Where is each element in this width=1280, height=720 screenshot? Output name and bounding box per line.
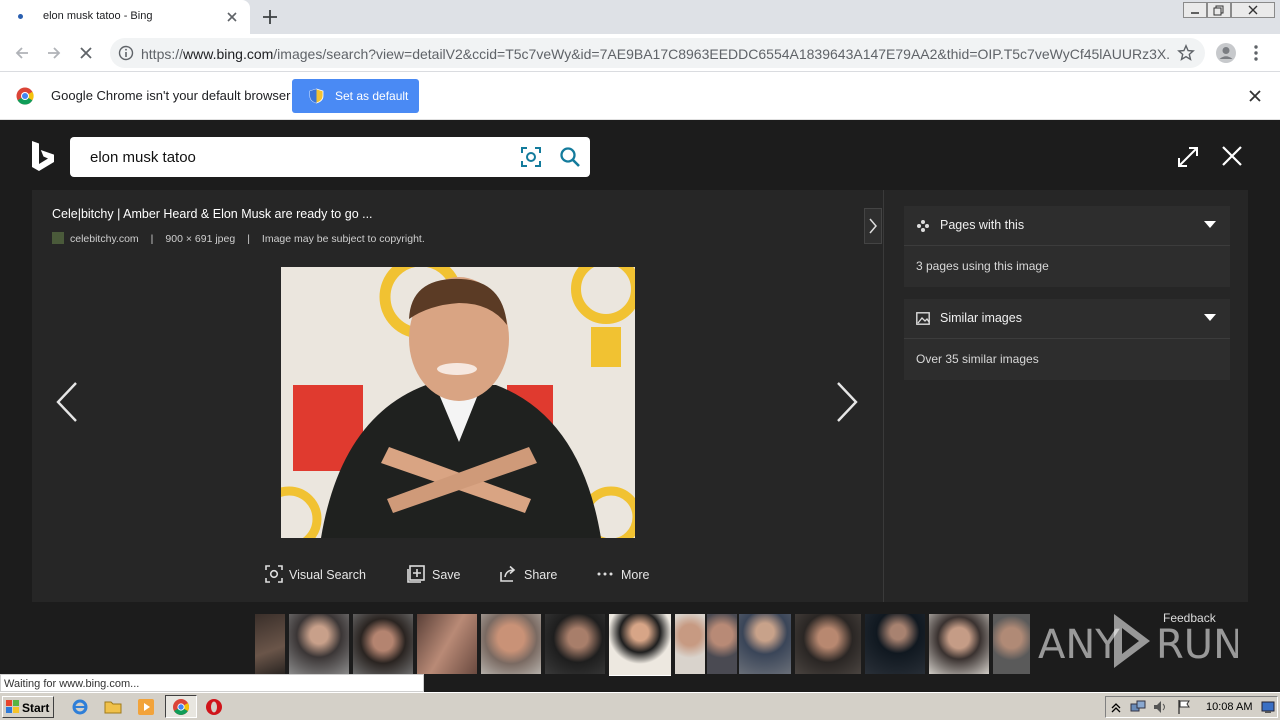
thumbnail[interactable]	[993, 614, 1030, 674]
thumbnail-selected[interactable]	[609, 614, 671, 676]
visual-search-button[interactable]: Visual Search	[265, 565, 366, 583]
image-detail-panel: Cele|bitchy | Amber Heard & Elon Musk ar…	[32, 190, 1248, 602]
infobar-message: Google Chrome isn't your default browser	[51, 88, 291, 103]
infobar-close-icon[interactable]	[1248, 89, 1262, 103]
back-arrow-icon[interactable]	[12, 43, 32, 63]
window-restore-button[interactable]	[1207, 2, 1231, 18]
media-player-icon[interactable]	[137, 698, 155, 716]
svg-text:RUN: RUN	[1156, 622, 1238, 668]
share-icon	[500, 565, 516, 582]
windows-logo-icon	[6, 700, 19, 713]
tab-title: elon musk tatoo - Bing	[43, 10, 153, 22]
thumbnail[interactable]	[353, 614, 413, 674]
volume-icon[interactable]	[1152, 699, 1168, 715]
url-text: https://www.bing.com/images/search?view=…	[141, 46, 1171, 62]
thumbnail[interactable]	[795, 614, 861, 674]
thumbnail[interactable]	[545, 614, 605, 674]
tab-close-icon[interactable]	[223, 8, 241, 26]
browser-toolbar: https://www.bing.com/images/search?view=…	[0, 34, 1280, 72]
next-image-arrow-icon[interactable]	[834, 380, 860, 424]
visual-search-camera-icon[interactable]	[520, 146, 542, 168]
tab-strip: elon musk tatoo - Bing	[0, 0, 1280, 34]
opera-taskbar-icon[interactable]	[205, 698, 223, 716]
set-as-default-button[interactable]: Set as default	[292, 79, 419, 113]
site-info-icon[interactable]	[118, 45, 134, 61]
chevron-down-icon	[1204, 314, 1216, 322]
thumbnail[interactable]	[739, 614, 791, 674]
source-link[interactable]: celebitchy.com	[70, 233, 139, 245]
window-minimize-button[interactable]	[1183, 2, 1207, 18]
ie-taskbar-icon[interactable]	[71, 698, 89, 716]
visual-search-icon	[265, 565, 283, 583]
chrome-logo-icon	[16, 87, 34, 105]
pages-with-this-card[interactable]: Pages with this 3 pages using this image	[904, 206, 1230, 287]
svg-text:ANY: ANY	[1038, 622, 1120, 668]
action-center-flag-icon[interactable]	[1176, 699, 1192, 715]
set-as-default-label: Set as default	[335, 89, 409, 103]
explorer-folder-icon[interactable]	[104, 698, 122, 716]
previous-image-arrow-icon[interactable]	[54, 380, 80, 424]
bookmark-star-icon[interactable]	[1177, 44, 1195, 62]
profile-avatar-icon[interactable]	[1215, 42, 1237, 64]
main-image[interactable]	[281, 267, 635, 538]
copyright-note: Image may be subject to copyright.	[261, 233, 425, 245]
default-browser-infobar: Google Chrome isn't your default browser…	[0, 72, 1280, 120]
save-icon	[407, 565, 425, 583]
search-magnifier-icon[interactable]	[559, 146, 581, 168]
pages-with-this-header[interactable]: Pages with this	[904, 206, 1230, 246]
similar-images-header[interactable]: Similar images	[904, 299, 1230, 339]
browser-tab[interactable]: elon musk tatoo - Bing	[0, 0, 250, 34]
thumbnail[interactable]	[675, 614, 705, 674]
share-button[interactable]: Share	[499, 565, 557, 583]
network-icon[interactable]	[1130, 699, 1146, 715]
show-desktop-icon[interactable]	[1261, 700, 1275, 714]
save-button[interactable]: Save	[407, 565, 461, 583]
window-close-button[interactable]	[1231, 2, 1275, 18]
system-tray: 10:08 AM	[1105, 696, 1278, 718]
start-button[interactable]: Start	[2, 696, 54, 718]
close-viewer-icon[interactable]	[1220, 144, 1244, 168]
more-button[interactable]: More	[596, 565, 649, 583]
new-tab-plus-icon[interactable]	[260, 7, 280, 27]
bing-image-viewer: elon musk tatoo Cele|bitchy | Amber Hear…	[0, 120, 1280, 692]
thumbnail[interactable]	[289, 614, 349, 674]
image-icon	[916, 312, 930, 325]
bing-favicon-icon	[18, 14, 23, 19]
bing-logo-icon[interactable]	[30, 140, 56, 174]
image-meta: celebitchy.com | 900 × 691 jpeg | Image may …	[52, 232, 425, 245]
clock[interactable]: 10:08 AM	[1206, 701, 1252, 713]
chrome-taskbar-icon	[173, 699, 189, 715]
pages-count-text: 3 pages using this image	[916, 259, 1049, 273]
thumbnail[interactable]	[707, 614, 737, 674]
chrome-menu-icon[interactable]	[1252, 43, 1260, 63]
more-dots-icon	[597, 572, 613, 576]
windows-taskbar: Start 10:08 AM	[0, 692, 1280, 720]
image-title-link[interactable]: Cele|bitchy | Amber Heard & Elon Musk ar…	[52, 207, 373, 221]
collapse-sidebar-button[interactable]	[864, 208, 882, 244]
search-box[interactable]: elon musk tatoo	[70, 137, 590, 177]
forward-arrow-icon[interactable]	[44, 43, 64, 63]
image-dimensions: 900 × 691 jpeg	[165, 233, 236, 245]
pages-globe-icon	[916, 219, 930, 233]
expand-fullscreen-icon[interactable]	[1176, 145, 1200, 169]
thumbnail[interactable]	[481, 614, 541, 674]
similar-images-card[interactable]: Similar images Over 35 similar images	[904, 299, 1230, 380]
thumbnail-filmstrip	[255, 614, 1030, 676]
chevron-down-icon	[1204, 221, 1216, 229]
thumbnail[interactable]	[929, 614, 989, 674]
similar-count-text: Over 35 similar images	[916, 352, 1039, 366]
feedback-link[interactable]: Feedback	[1163, 611, 1216, 625]
uac-shield-icon	[309, 88, 324, 104]
browser-status-bar: Waiting for www.bing.com...	[0, 674, 424, 692]
panel-divider	[883, 190, 884, 602]
search-input[interactable]: elon musk tatoo	[90, 149, 196, 166]
address-bar[interactable]: https://www.bing.com/images/search?view=…	[110, 38, 1205, 68]
source-favicon-icon	[52, 232, 64, 244]
thumbnail[interactable]	[417, 614, 477, 674]
thumbnail[interactable]	[865, 614, 925, 674]
chrome-taskbar-button[interactable]	[165, 695, 197, 718]
tray-expand-icon[interactable]	[1111, 700, 1121, 714]
stop-loading-icon[interactable]	[76, 43, 96, 63]
thumbnail[interactable]	[255, 614, 285, 674]
